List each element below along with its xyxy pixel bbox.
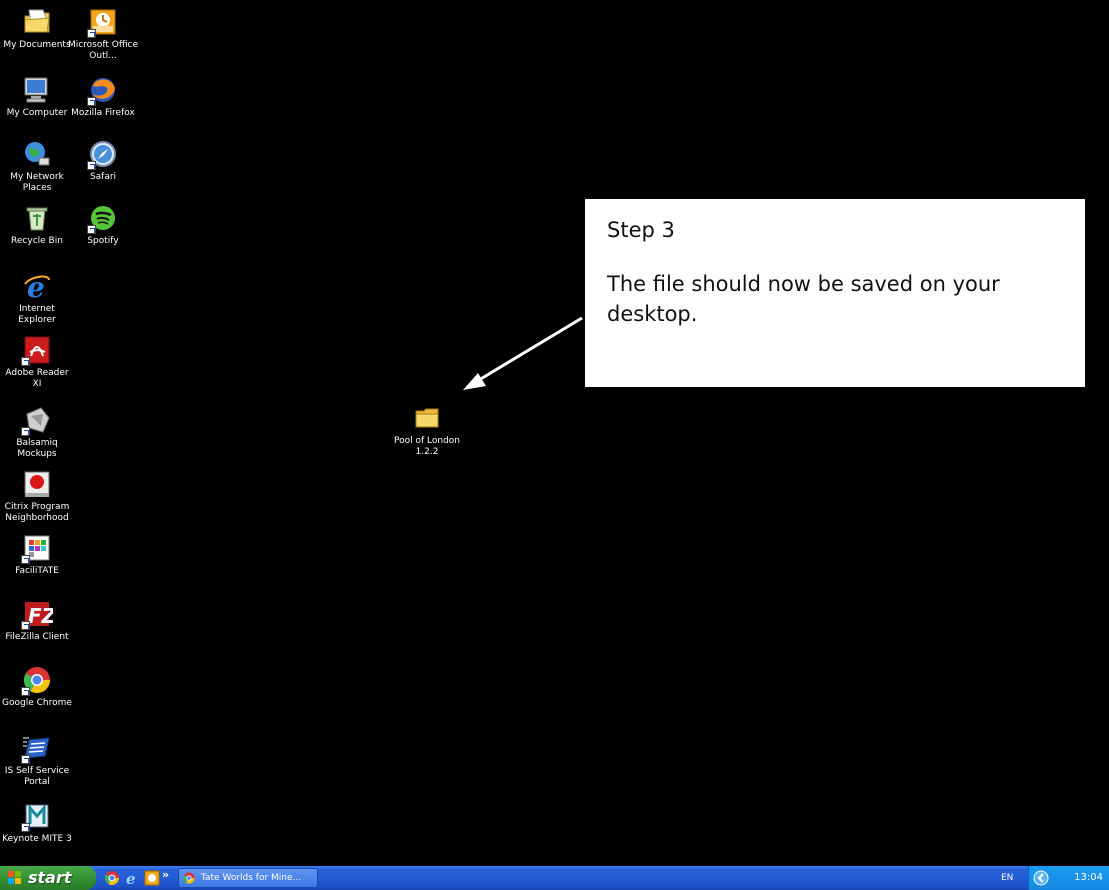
taskbar-window-label: Tate Worlds for Mine... (201, 873, 302, 883)
internet-explorer-icon: e (21, 270, 53, 304)
quicklaunch-ie-icon[interactable]: e (124, 870, 140, 886)
desktop-icon-network[interactable]: My Network Places (0, 138, 74, 194)
balsamiq-icon (21, 404, 53, 436)
desktop-icon-label: Citrix Program Neighborhood (4, 502, 70, 523)
quicklaunch-more-button[interactable]: » (162, 868, 169, 881)
desktop-icon-label: Pool of London 1.2.2 (393, 436, 460, 457)
desktop-icon-label: Google Chrome (2, 698, 72, 708)
shortcut-arrow-icon (21, 357, 30, 366)
windows-logo-icon (8, 871, 21, 884)
desktop-icon-facilitate[interactable]: FaciliTATE (0, 532, 74, 577)
desktop-icon-label: FaciliTATE (15, 566, 59, 576)
facilitate-icon (21, 532, 53, 564)
desktop-icon-label: Balsamiq Mockups (16, 438, 58, 459)
shortcut-arrow-icon (87, 97, 96, 106)
outlook-icon (87, 6, 119, 38)
desktop-icon-balsamiq[interactable]: Balsamiq Mockups (0, 404, 74, 460)
system-tray: EN 13:04 (1001, 866, 1109, 890)
filezilla-icon: FZ (21, 598, 57, 630)
safari-icon (87, 138, 119, 170)
desktop-icon-is-portal[interactable]: IS Self Service Portal (0, 732, 74, 788)
computer-icon (21, 74, 53, 106)
desktop-icon-label: Safari (89, 172, 117, 182)
desktop-icon-label: IS Self Service Portal (4, 766, 70, 787)
desktop-icon-label: Adobe Reader XI (5, 368, 69, 389)
annotation-arrow (463, 316, 583, 390)
network-icon (21, 138, 53, 170)
desktop-icon-label: My Documents (3, 40, 71, 50)
callout-body: The file should now be saved on your des… (607, 272, 1000, 326)
clock[interactable]: 13:04 (1074, 866, 1103, 890)
adobe-reader-icon (21, 334, 53, 366)
quicklaunch-chrome-icon[interactable] (104, 870, 120, 886)
desktop-icon-chrome[interactable]: Google Chrome (0, 664, 74, 709)
callout-title: Step 3 (607, 218, 675, 242)
desktop-icon-safari[interactable]: Safari (66, 138, 140, 183)
start-label: start (28, 868, 72, 887)
desktop-icon-label: My Network Places (10, 172, 64, 193)
shortcut-arrow-icon (21, 427, 30, 436)
svg-text:e: e (126, 870, 136, 886)
desktop-icon-adobe-reader[interactable]: Adobe Reader XI (0, 334, 74, 390)
svg-text:FZ: FZ (28, 604, 53, 628)
desktop-icon-label: Spotify (87, 236, 119, 246)
desktop-icon-label: My Computer (6, 108, 68, 118)
firefox-icon (87, 74, 119, 106)
portal-icon (21, 732, 53, 764)
desktop-icon-pool-of-london[interactable]: Pool of London 1.2.2 (390, 402, 464, 458)
shortcut-arrow-icon (21, 755, 30, 764)
desktop-icon-spotify[interactable]: Spotify (66, 202, 140, 247)
spotify-icon (87, 202, 119, 234)
chrome-icon (21, 664, 53, 696)
desktop-icon-recycle-bin[interactable]: Recycle Bin (0, 202, 74, 247)
desktop-icon-outlook[interactable]: Microsoft Office Outl... (66, 6, 140, 62)
desktop-icon-citrix[interactable]: Citrix Program Neighborhood (0, 468, 74, 524)
desktop-icon-label: Keynote MITE 3 (2, 834, 72, 844)
desktop-icon-label: Microsoft Office Outl... (67, 40, 139, 61)
desktop[interactable]: My Documents Microsoft Office Outl... My… (0, 0, 1109, 866)
desktop-icon-internet-explorer[interactable]: e Internet Explorer (0, 270, 74, 326)
start-button[interactable]: start (0, 866, 96, 890)
desktop-icon-filezilla[interactable]: FZ FileZilla Client (0, 598, 74, 643)
shortcut-arrow-icon (21, 687, 30, 696)
shortcut-arrow-icon (21, 823, 30, 832)
show-hidden-icons-icon[interactable] (1033, 870, 1049, 886)
desktop-icon-label: Recycle Bin (11, 236, 63, 246)
quicklaunch-outlook-icon[interactable] (144, 870, 160, 886)
chrome-icon (183, 872, 195, 884)
desktop-icon-label: FileZilla Client (5, 632, 69, 642)
desktop-icon-label: Mozilla Firefox (71, 108, 135, 118)
shortcut-arrow-icon (87, 161, 96, 170)
instruction-callout: Step 3 The file should now be saved on y… (585, 199, 1085, 387)
citrix-icon (21, 468, 53, 500)
desktop-icon-firefox[interactable]: Mozilla Firefox (66, 74, 140, 119)
desktop-icon-keynote[interactable]: Keynote MITE 3 (0, 800, 74, 845)
taskbar-window-button[interactable]: Tate Worlds for Mine... (178, 868, 318, 888)
shortcut-arrow-icon (21, 621, 30, 630)
desktop-icon-label: Internet Explorer (18, 304, 56, 325)
recycle-bin-icon (21, 202, 53, 234)
folder-documents-icon (21, 6, 53, 38)
shortcut-arrow-icon (87, 29, 96, 38)
taskbar: start e » Tate Worlds for Mine... EN 13:… (0, 866, 1109, 890)
language-indicator[interactable]: EN (1001, 866, 1013, 890)
desktop-icon-my-computer[interactable]: My Computer (0, 74, 74, 119)
folder-icon (411, 402, 443, 434)
shortcut-arrow-icon (87, 225, 96, 234)
keynote-icon (21, 800, 53, 832)
desktop-icon-my-documents[interactable]: My Documents (0, 6, 74, 51)
shortcut-arrow-icon (21, 555, 30, 564)
